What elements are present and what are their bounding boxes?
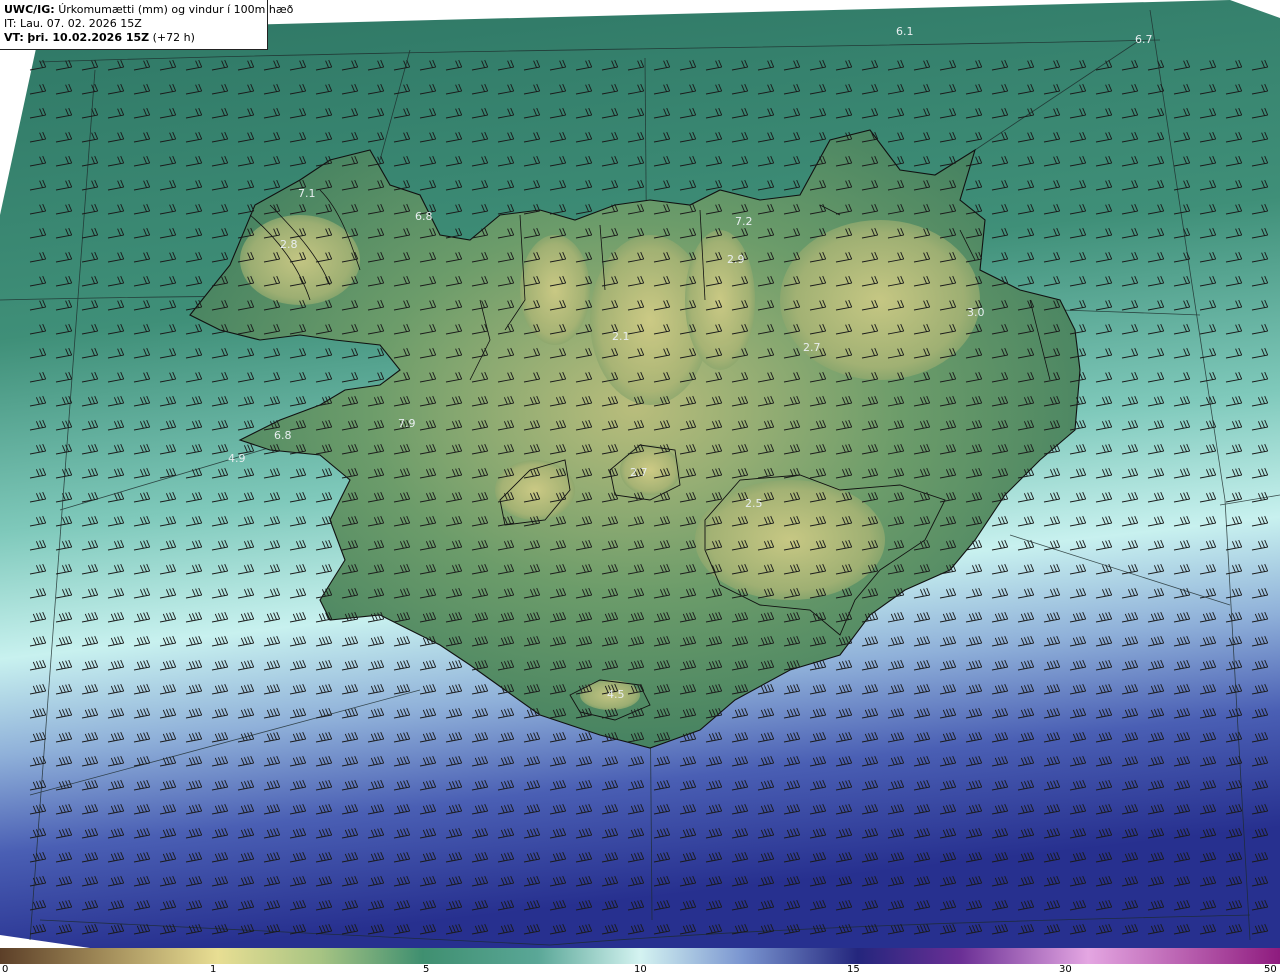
colorbar-label: 10 (634, 964, 647, 975)
value-label: 7.1 (298, 187, 316, 200)
value-label: 2.5 (745, 497, 763, 510)
map-title-box: UWC/IG: Úrkomumætti (mm) og vindur í 100… (0, 0, 293, 50)
colorbar-strip (0, 948, 1280, 964)
forecast-map: 6.1 6.7 7.1 6.8 2.8 7.2 2.9 3.0 2.7 2.1 … (0, 0, 1280, 978)
value-label: 6.1 (896, 25, 914, 38)
value-label: 6.7 (1135, 33, 1153, 46)
valid-prefix: VT: (4, 31, 24, 44)
value-label: 2.9 (727, 253, 745, 266)
title-line: UWC/IG: Úrkomumætti (mm) og vindur í 100… (4, 3, 293, 17)
value-label: 3.0 (967, 306, 985, 319)
colorbar-label: 1 (210, 964, 217, 975)
colorbar-label: 5 (423, 964, 430, 975)
value-label: 2.7 (803, 341, 821, 354)
colorbar-label: 50 (1264, 964, 1277, 975)
map-stage: 6.1 6.7 7.1 6.8 2.8 7.2 2.9 3.0 2.7 2.1 … (0, 0, 1280, 978)
lead-time: (+72 h) (152, 31, 195, 44)
map-title: Úrkomumætti (mm) og vindur í 100m hæð (58, 3, 294, 16)
value-label: 6.8 (274, 429, 292, 442)
value-label: 2.1 (612, 330, 630, 343)
colorbar-label: 0 (2, 964, 9, 975)
value-label: 2.7 (630, 466, 648, 479)
colorbar-labels: 0 1 5 10 15 30 50 (0, 964, 1280, 978)
value-label: 7.2 (735, 215, 753, 228)
value-label: 4.9 (228, 452, 246, 465)
valid-time: þri. 10.02.2026 15Z (27, 31, 150, 44)
init-time: IT: Lau. 07. 02. 2026 15Z (4, 17, 142, 30)
value-label: 4.5 (607, 688, 625, 701)
value-label: 7.9 (398, 417, 416, 430)
value-label: 2.8 (280, 238, 298, 251)
value-label: 6.8 (415, 210, 433, 223)
model-name: UWC/IG: (4, 3, 55, 16)
colorbar-label: 30 (1059, 964, 1072, 975)
colorbar-label: 15 (847, 964, 860, 975)
valid-time-line: VT: þri. 10.02.2026 15Z (+72 h) (4, 31, 263, 45)
